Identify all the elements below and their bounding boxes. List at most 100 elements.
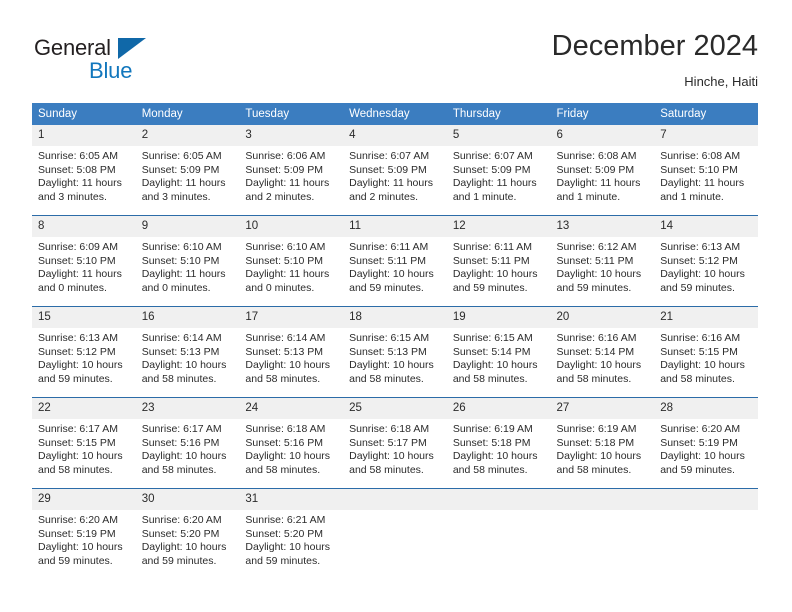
day-cell[interactable]: 24 Sunrise: 6:18 AM Sunset: 5:16 PM Dayl… (239, 397, 344, 489)
daylight-text-line2: and 3 minutes. (141, 190, 211, 203)
daylight-text-line2: and 58 minutes. (141, 463, 217, 476)
sunset-text: Sunset: 5:14 PM (452, 345, 531, 358)
daylight-text-line1: Daylight: 10 hours (452, 268, 538, 281)
sunset-text: Sunset: 5:15 PM (660, 345, 738, 358)
day-cell[interactable]: 26 Sunrise: 6:19 AM Sunset: 5:18 PM Dayl… (446, 397, 551, 489)
day-cell[interactable]: 30 Sunrise: 6:20 AM Sunset: 5:20 PM Dayl… (135, 488, 240, 579)
day-cell[interactable]: 22 Sunrise: 6:17 AM Sunset: 5:15 PM Dayl… (32, 397, 136, 489)
day-cell[interactable]: 1 Sunrise: 6:05 AM Sunset: 5:08 PM Dayli… (32, 125, 136, 216)
day-cell[interactable]: 6 Sunrise: 6:08 AM Sunset: 5:09 PM Dayli… (550, 125, 655, 216)
week-row: 15 Sunrise: 6:13 AM Sunset: 5:12 PM Dayl… (32, 306, 758, 398)
sunset-text: Sunset: 5:20 PM (141, 527, 220, 540)
day-cell[interactable]: 12 Sunrise: 6:11 AM Sunset: 5:11 PM Dayl… (446, 215, 551, 307)
day-cell[interactable]: 11 Sunrise: 6:11 AM Sunset: 5:11 PM Dayl… (343, 215, 447, 307)
sunrise-text: Sunrise: 6:14 AM (141, 332, 222, 344)
day-cell[interactable]: 7 Sunrise: 6:08 AM Sunset: 5:10 PM Dayli… (654, 125, 758, 216)
daylight-text-line1: Daylight: 10 hours (349, 450, 434, 463)
day-number: 6 (550, 125, 655, 146)
day-number: 16 (135, 307, 240, 328)
daylight-text-line2: and 58 minutes. (349, 372, 424, 385)
day-cell[interactable]: 3 Sunrise: 6:06 AM Sunset: 5:09 PM Dayli… (239, 125, 344, 216)
daylight-text-line1: Daylight: 10 hours (141, 541, 227, 554)
day-cell[interactable]: 25 Sunrise: 6:18 AM Sunset: 5:17 PM Dayl… (343, 397, 447, 489)
daylight-text-line1: Daylight: 11 hours (660, 177, 745, 190)
daylight-text-line2: and 1 minute. (452, 190, 517, 203)
sunrise-text: Sunrise: 6:16 AM (660, 332, 741, 344)
day-cell[interactable]: 15 Sunrise: 6:13 AM Sunset: 5:12 PM Dayl… (32, 306, 136, 398)
weekday-header-tuesday: Tuesday (239, 103, 344, 125)
day-cell[interactable]: 29 Sunrise: 6:20 AM Sunset: 5:19 PM Dayl… (32, 488, 136, 579)
daylight-text-line1: Daylight: 10 hours (38, 359, 123, 372)
day-cell[interactable]: 18 Sunrise: 6:15 AM Sunset: 5:13 PM Dayl… (343, 306, 447, 398)
day-number-empty (446, 489, 551, 510)
logo-triangle-icon (118, 38, 146, 59)
daylight-text-line1: Daylight: 10 hours (349, 268, 434, 281)
day-details: Sunrise: 6:16 AM Sunset: 5:14 PM Dayligh… (551, 328, 655, 386)
day-details: Sunrise: 6:15 AM Sunset: 5:13 PM Dayligh… (343, 328, 447, 386)
day-cell[interactable]: 23 Sunrise: 6:17 AM Sunset: 5:16 PM Dayl… (135, 397, 240, 489)
daylight-text-line2: and 58 minutes. (556, 372, 632, 385)
day-cell[interactable]: 2 Sunrise: 6:05 AM Sunset: 5:09 PM Dayli… (135, 125, 240, 216)
sunrise-text: Sunrise: 6:18 AM (349, 423, 430, 435)
daylight-text-line2: and 58 minutes. (452, 463, 528, 476)
sunrise-text: Sunrise: 6:11 AM (452, 241, 532, 253)
calendar-table: Sunday Monday Tuesday Wednesday Thursday… (32, 103, 758, 579)
daylight-text-line1: Daylight: 10 hours (349, 359, 434, 372)
calendar-body: 1 Sunrise: 6:05 AM Sunset: 5:08 PM Dayli… (32, 125, 758, 579)
day-cell[interactable]: 27 Sunrise: 6:19 AM Sunset: 5:18 PM Dayl… (550, 397, 655, 489)
day-cell[interactable]: 19 Sunrise: 6:15 AM Sunset: 5:14 PM Dayl… (446, 306, 551, 398)
daylight-text-line1: Daylight: 10 hours (245, 359, 331, 372)
sunset-text: Sunset: 5:10 PM (660, 163, 738, 176)
day-details: Sunrise: 6:21 AM Sunset: 5:20 PM Dayligh… (239, 510, 343, 568)
day-details: Sunrise: 6:11 AM Sunset: 5:11 PM Dayligh… (343, 237, 447, 295)
title-block: December 2024 Hinche, Haiti (552, 28, 758, 91)
day-cell[interactable]: 31 Sunrise: 6:21 AM Sunset: 5:20 PM Dayl… (239, 488, 344, 579)
day-number: 13 (550, 216, 655, 237)
day-number: 23 (135, 398, 240, 419)
sunrise-text: Sunrise: 6:17 AM (141, 423, 222, 435)
day-cell[interactable]: 5 Sunrise: 6:07 AM Sunset: 5:09 PM Dayli… (446, 125, 551, 216)
weekday-header-thursday: Thursday (446, 103, 551, 125)
sunrise-text: Sunrise: 6:13 AM (38, 332, 118, 344)
sunset-text: Sunset: 5:09 PM (556, 163, 635, 176)
day-cell[interactable]: 20 Sunrise: 6:16 AM Sunset: 5:14 PM Dayl… (550, 306, 655, 398)
daylight-text-line2: and 59 minutes. (452, 281, 528, 294)
daylight-text-line1: Daylight: 11 hours (245, 268, 330, 281)
sunrise-text: Sunrise: 6:13 AM (660, 241, 741, 253)
weekday-header-wednesday: Wednesday (343, 103, 447, 125)
week-row: 22 Sunrise: 6:17 AM Sunset: 5:15 PM Dayl… (32, 397, 758, 489)
sunrise-text: Sunrise: 6:10 AM (141, 241, 222, 253)
daylight-text-line1: Daylight: 11 hours (349, 177, 433, 190)
day-cell[interactable]: 16 Sunrise: 6:14 AM Sunset: 5:13 PM Dayl… (135, 306, 240, 398)
sunset-text: Sunset: 5:10 PM (38, 254, 116, 267)
day-cell[interactable]: 13 Sunrise: 6:12 AM Sunset: 5:11 PM Dayl… (550, 215, 655, 307)
day-cell[interactable]: 21 Sunrise: 6:16 AM Sunset: 5:15 PM Dayl… (654, 306, 758, 398)
calendar-head: Sunday Monday Tuesday Wednesday Thursday… (32, 103, 758, 125)
day-number: 18 (343, 307, 447, 328)
sunset-text: Sunset: 5:10 PM (245, 254, 324, 267)
sunrise-text: Sunrise: 6:16 AM (556, 332, 637, 344)
daylight-text-line1: Daylight: 10 hours (245, 541, 331, 554)
day-cell[interactable]: 14 Sunrise: 6:13 AM Sunset: 5:12 PM Dayl… (654, 215, 758, 307)
day-details: Sunrise: 6:15 AM Sunset: 5:14 PM Dayligh… (447, 328, 551, 386)
sunset-text: Sunset: 5:13 PM (141, 345, 220, 358)
day-details: Sunrise: 6:17 AM Sunset: 5:16 PM Dayligh… (136, 419, 240, 477)
day-number: 2 (135, 125, 240, 146)
sunrise-text: Sunrise: 6:19 AM (452, 423, 533, 435)
day-cell[interactable]: 17 Sunrise: 6:14 AM Sunset: 5:13 PM Dayl… (239, 306, 344, 398)
day-cell[interactable]: 28 Sunrise: 6:20 AM Sunset: 5:19 PM Dayl… (654, 397, 758, 489)
day-cell[interactable]: 8 Sunrise: 6:09 AM Sunset: 5:10 PM Dayli… (32, 215, 136, 307)
daylight-text-line1: Daylight: 11 hours (245, 177, 330, 190)
daylight-text-line1: Daylight: 10 hours (660, 268, 745, 281)
day-cell[interactable]: 9 Sunrise: 6:10 AM Sunset: 5:10 PM Dayli… (135, 215, 240, 307)
daylight-text-line1: Daylight: 11 hours (452, 177, 537, 190)
day-details: Sunrise: 6:20 AM Sunset: 5:19 PM Dayligh… (32, 510, 136, 568)
week-row: 8 Sunrise: 6:09 AM Sunset: 5:10 PM Dayli… (32, 215, 758, 307)
day-cell[interactable]: 4 Sunrise: 6:07 AM Sunset: 5:09 PM Dayli… (343, 125, 447, 216)
sunrise-text: Sunrise: 6:11 AM (349, 241, 429, 253)
day-details: Sunrise: 6:05 AM Sunset: 5:09 PM Dayligh… (136, 146, 240, 204)
day-number: 21 (654, 307, 758, 328)
general-blue-logo: General Blue (34, 35, 214, 89)
day-cell[interactable]: 10 Sunrise: 6:10 AM Sunset: 5:10 PM Dayl… (239, 215, 344, 307)
day-number: 27 (550, 398, 655, 419)
